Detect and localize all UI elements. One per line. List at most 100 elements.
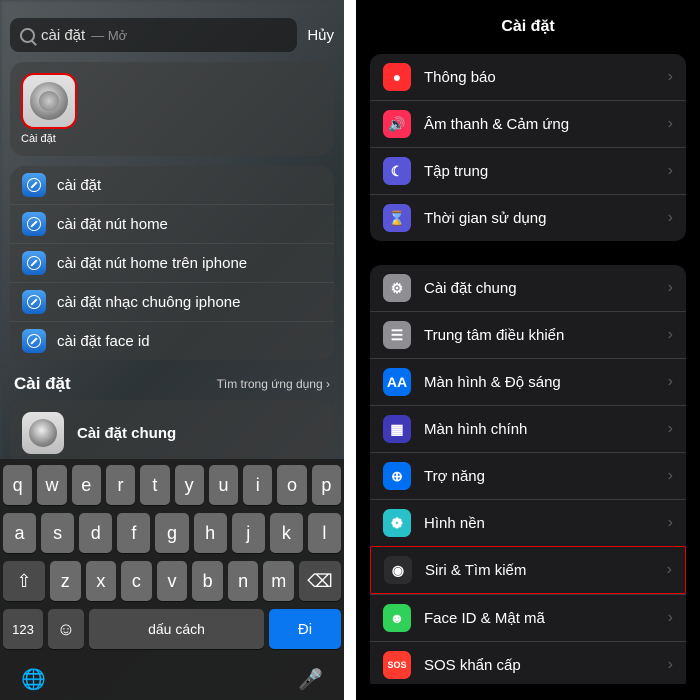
chevron-right-icon: ›: [668, 162, 673, 180]
suggestion-text: cài đặt nút home trên iphone: [57, 255, 247, 272]
key-b[interactable]: b: [192, 561, 223, 601]
section-header: Cài đặt Tìm trong ứng dụng ›: [14, 374, 330, 394]
top-hit-card[interactable]: Cài đặt: [10, 62, 334, 156]
settings-row-wallpaper[interactable]: ❁Hình nền›: [370, 499, 686, 546]
result-label: Cài đặt chung: [77, 425, 176, 442]
settings-row-sos[interactable]: SOS SOS khẩn cấp ›: [370, 641, 686, 684]
safari-icon: [22, 251, 46, 275]
suggestion-item[interactable]: cài đặt: [10, 166, 334, 204]
hourglass-icon: ⌛: [383, 204, 411, 232]
key-c[interactable]: c: [121, 561, 152, 601]
safari-icon: [22, 329, 46, 353]
key-e[interactable]: e: [72, 465, 101, 505]
gear-icon: ⚙: [383, 274, 411, 302]
row-label: Tập trung: [424, 163, 655, 180]
key-h[interactable]: h: [194, 513, 227, 553]
cancel-button[interactable]: Hủy: [307, 27, 334, 44]
chevron-right-icon: ›: [668, 209, 673, 227]
chevron-right-icon: ›: [668, 656, 673, 674]
key-g[interactable]: g: [155, 513, 188, 553]
gear-icon: [22, 412, 64, 454]
wallpaper-icon: ❁: [383, 509, 411, 537]
key-s[interactable]: s: [41, 513, 74, 553]
suggestion-item[interactable]: cài đặt nút home trên iphone: [10, 243, 334, 282]
suggestion-text: cài đặt: [57, 177, 101, 194]
suggestion-item[interactable]: cài đặt face id: [10, 321, 334, 360]
settings-row-hourglass[interactable]: ⌛ Thời gian sử dụng ›: [370, 194, 686, 241]
safari-icon: [22, 173, 46, 197]
key-numbers[interactable]: 123: [3, 609, 43, 649]
row-label: Cài đặt chung: [424, 280, 655, 297]
settings-row-siri[interactable]: ◉Siri & Tìm kiếm›: [370, 546, 686, 594]
globe-icon[interactable]: 🌐: [21, 667, 46, 692]
settings-app-icon[interactable]: [21, 73, 77, 129]
search-hint: — Mở: [91, 28, 127, 43]
key-x[interactable]: x: [86, 561, 117, 601]
settings-row-grid[interactable]: ▦Màn hình chính›: [370, 405, 686, 452]
search-icon: [20, 28, 35, 43]
settings-row-gear[interactable]: ⚙ Cài đặt chung ›: [370, 265, 686, 311]
key-y[interactable]: y: [175, 465, 204, 505]
settings-row-sound[interactable]: 🔊Âm thanh & Cảm ứng›: [370, 100, 686, 147]
key-shift[interactable]: ⇧: [3, 561, 45, 601]
result-settings-general[interactable]: Cài đặt chung: [10, 400, 334, 466]
keyboard: qwertyuiop asdfghjkl ⇧zxcvbnm⌫ 123 ☺ dấu c…: [0, 459, 344, 700]
accessibility-icon: ⊕: [383, 462, 411, 490]
settings-row-toggles[interactable]: ☰Trung tâm điều khiển›: [370, 311, 686, 358]
mic-icon[interactable]: 🎤: [298, 667, 323, 692]
search-input[interactable]: cài đặt — Mở: [10, 18, 297, 52]
row-label: SOS khẩn cấp: [424, 657, 655, 674]
page-title: Cài đặt: [356, 0, 700, 50]
settings-group-2: ⚙Cài đặt chung›☰Trung tâm điều khiển›AAM…: [370, 265, 686, 684]
settings-row-accessibility[interactable]: ⊕Trợ năng›: [370, 452, 686, 499]
suggestion-text: cài đặt nhạc chuông iphone: [57, 294, 240, 311]
toggles-icon: ☰: [383, 321, 411, 349]
row-label: Âm thanh & Cảm ứng: [424, 116, 655, 133]
key-k[interactable]: k: [270, 513, 303, 553]
key-d[interactable]: d: [79, 513, 112, 553]
chevron-right-icon: ›: [668, 279, 673, 297]
suggestion-item[interactable]: cài đặt nút home: [10, 204, 334, 243]
search-results: Cài đặt cài đặt cài đặt nút home cài đặt n…: [10, 62, 334, 466]
settings-row-moon[interactable]: ☾Tập trung›: [370, 147, 686, 194]
suggestion-text: cài đặt nút home: [57, 216, 168, 233]
row-label: Thời gian sử dụng: [424, 210, 655, 227]
section-title: Cài đặt: [14, 374, 71, 394]
sos-icon: SOS: [383, 651, 411, 679]
key-m[interactable]: m: [263, 561, 294, 601]
spotlight-screen: cài đặt — Mở Hủy Cài đặt cài đặt cài đặt …: [0, 0, 344, 700]
key-j[interactable]: j: [232, 513, 265, 553]
settings-row-bell[interactable]: ●Thông báo›: [370, 54, 686, 100]
bell-icon: ●: [383, 63, 411, 91]
chevron-right-icon: ›: [668, 326, 673, 344]
key-q[interactable]: q: [3, 465, 32, 505]
key-w[interactable]: w: [37, 465, 66, 505]
app-label: Cài đặt: [21, 133, 323, 145]
key-a[interactable]: a: [3, 513, 36, 553]
key-v[interactable]: v: [157, 561, 188, 601]
settings-row-faceid[interactable]: ☻Face ID & Mật mã›: [370, 594, 686, 641]
key-o[interactable]: o: [277, 465, 306, 505]
suggestion-item[interactable]: cài đặt nhạc chuông iphone: [10, 282, 334, 321]
row-label: Siri & Tìm kiếm: [425, 562, 654, 579]
search-in-apps-link[interactable]: Tìm trong ứng dụng ›: [217, 377, 330, 391]
settings-screen: Cài đặt ●Thông báo›🔊Âm thanh & Cảm ứng›☾…: [356, 0, 700, 700]
key-i[interactable]: i: [243, 465, 272, 505]
key-f[interactable]: f: [117, 513, 150, 553]
key-r[interactable]: r: [106, 465, 135, 505]
row-label: Màn hình chính: [424, 421, 655, 438]
key-p[interactable]: p: [312, 465, 341, 505]
key-backspace[interactable]: ⌫: [299, 561, 341, 601]
key-emoji[interactable]: ☺: [48, 609, 84, 649]
settings-row-brightness[interactable]: AAMàn hình & Độ sáng›: [370, 358, 686, 405]
siri-icon: ◉: [384, 556, 412, 584]
suggestion-list: cài đặt cài đặt nút home cài đặt nút home …: [10, 166, 334, 360]
key-n[interactable]: n: [228, 561, 259, 601]
row-label: Hình nền: [424, 515, 655, 532]
key-space[interactable]: dấu cách: [89, 609, 264, 649]
key-u[interactable]: u: [209, 465, 238, 505]
key-t[interactable]: t: [140, 465, 169, 505]
key-l[interactable]: l: [308, 513, 341, 553]
key-z[interactable]: z: [50, 561, 81, 601]
key-go[interactable]: Đi: [269, 609, 341, 649]
